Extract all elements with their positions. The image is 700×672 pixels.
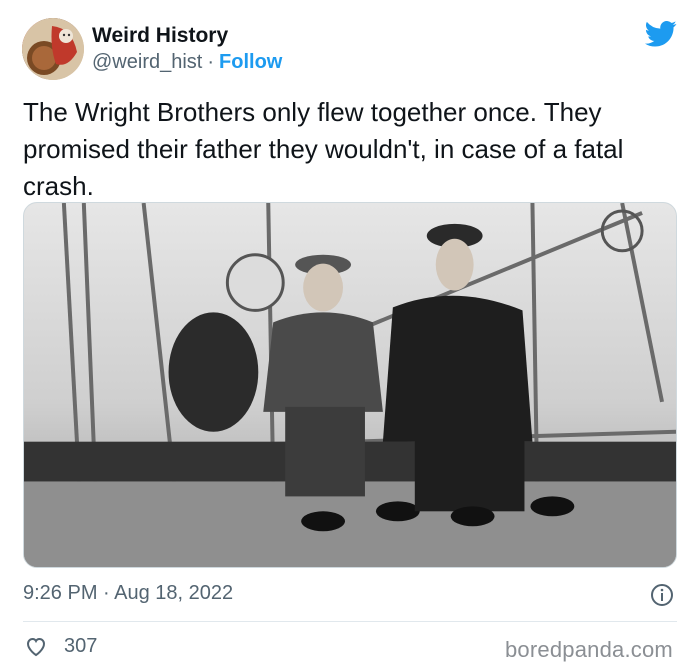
separator-dot: ·	[207, 51, 215, 73]
divider	[23, 621, 677, 622]
tweet-photo[interactable]	[23, 202, 677, 568]
follow-button[interactable]: Follow	[219, 51, 282, 73]
avatar[interactable]	[22, 18, 84, 80]
like-count: 307	[64, 635, 98, 657]
tweet-text: The Wright Brothers only flew together o…	[23, 97, 624, 201]
twitter-bird-icon[interactable]	[645, 20, 677, 48]
info-icon[interactable]	[650, 583, 674, 607]
heart-icon[interactable]	[24, 634, 48, 658]
watermark: boredpanda.com	[505, 637, 673, 662]
author-handle[interactable]: @weird_hist	[92, 51, 202, 73]
tweet-timestamp[interactable]: 9:26 PM · Aug 18, 2022	[23, 582, 233, 605]
author-line: @weird_hist · Follow	[92, 51, 282, 74]
tweet-card: Weird History @weird_hist · Follow The Wri…	[0, 0, 700, 672]
author-name[interactable]: Weird History	[92, 24, 228, 48]
